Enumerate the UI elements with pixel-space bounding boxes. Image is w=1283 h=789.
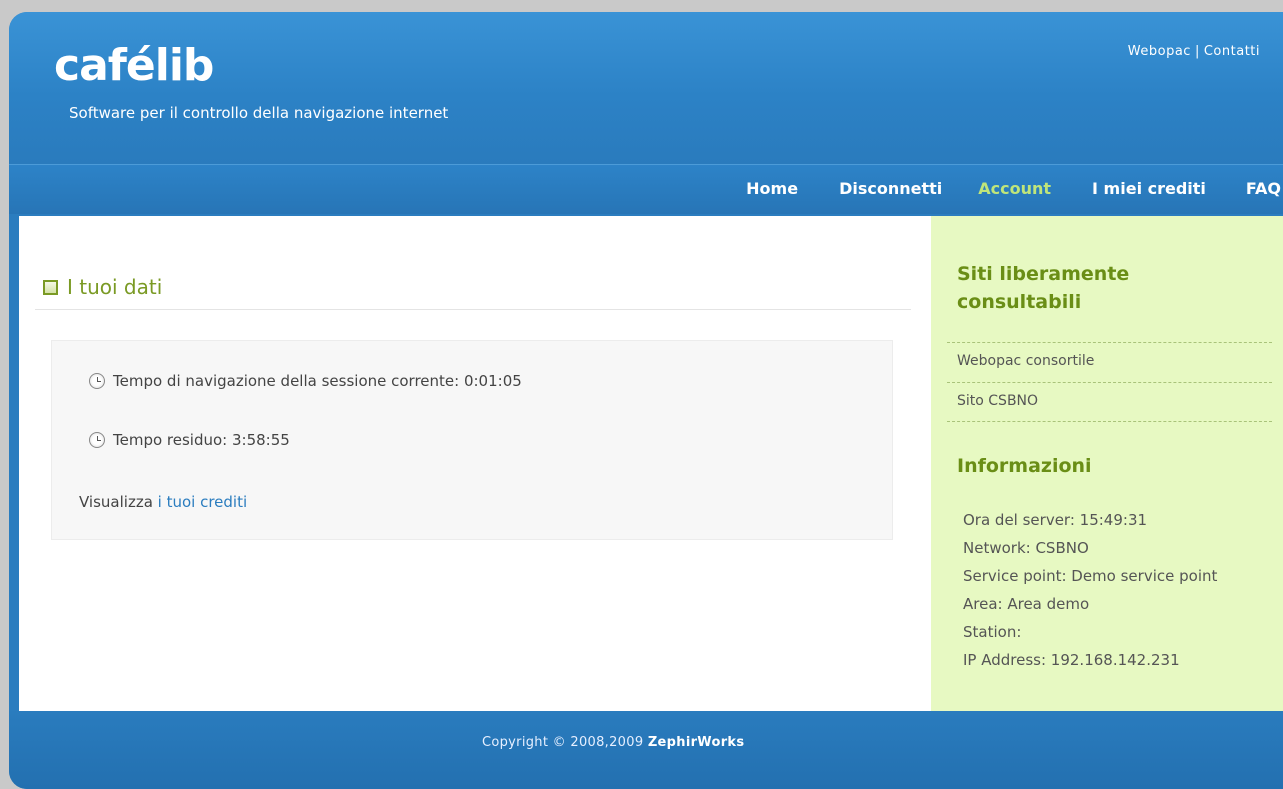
nav-i-miei-crediti[interactable]: I miei crediti [1092, 179, 1206, 198]
info-server-time: Ora del server: 15:49:31 [963, 511, 1148, 529]
free-site-sito-csbno[interactable]: Sito CSBNO [947, 382, 1272, 422]
info-network: Network: CSBNO [963, 539, 1089, 557]
section-title-text: I tuoi dati [67, 275, 163, 299]
sidebar: Siti liberamente consultabili Webopac co… [931, 216, 1283, 711]
info-ip-address: IP Address: 192.168.142.231 [963, 651, 1180, 669]
webopac-link[interactable]: Webopac [1128, 44, 1191, 59]
session-time-text: Tempo di navigazione della sessione corr… [113, 372, 522, 390]
info-service-point: Service point: Demo service point [963, 567, 1218, 585]
info-area: Area: Area demo [963, 595, 1090, 613]
info-list: Ora del server: 15:49:31 Network: CSBNO … [963, 506, 1263, 674]
copyright: Copyright © 2008,2009 ZephirWorks [482, 735, 744, 750]
contatti-link[interactable]: Contatti [1204, 44, 1260, 59]
free-sites-heading: Siti liberamente consultabili [957, 263, 1130, 313]
remaining-time-text: Tempo residuo: 3:58:55 [113, 431, 290, 449]
section-square-icon [43, 279, 58, 295]
site-header: cafélib Software per il controllo della … [9, 12, 1283, 164]
company-name: ZephirWorks [647, 735, 745, 750]
nav-home[interactable]: Home [746, 179, 798, 198]
nav-disconnetti[interactable]: Disconnetti [839, 179, 942, 198]
nav-faq[interactable]: FAQ [1246, 179, 1281, 198]
clock-icon [89, 373, 105, 389]
top-links-separator: | [1194, 44, 1200, 59]
free-site-webopac-consortile[interactable]: Webopac consortile [947, 342, 1272, 382]
user-data-box: Tempo di navigazione della sessione corr… [51, 340, 893, 540]
nav-account[interactable]: Account [978, 179, 1051, 198]
session-time-row: Tempo di navigazione della sessione corr… [89, 372, 522, 390]
view-credits-line: Visualizza i tuoi crediti [79, 493, 247, 511]
info-heading: Informazioni [957, 455, 1092, 477]
copyright-text: Copyright © 2008,2009 [482, 735, 648, 750]
info-station: Station: [963, 623, 1022, 641]
section-divider [35, 309, 911, 310]
site-footer: Copyright © 2008,2009 ZephirWorks [9, 711, 1283, 789]
main-nav: Home Disconnetti Account I miei crediti … [9, 164, 1283, 214]
view-credits-prefix: Visualizza [79, 493, 158, 511]
page-frame: cafélib Software per il controllo della … [9, 12, 1283, 789]
remaining-time-row: Tempo residuo: 3:58:55 [89, 431, 290, 449]
main-content: I tuoi dati Tempo di navigazione della s… [19, 216, 931, 711]
top-links: Webopac | Contatti [1128, 44, 1260, 59]
site-logo[interactable]: cafélib [54, 40, 214, 91]
section-title: I tuoi dati [43, 275, 162, 299]
site-tagline: Software per il controllo della navigazi… [69, 104, 449, 122]
clock-icon [89, 432, 105, 448]
view-credits-link[interactable]: i tuoi crediti [158, 493, 248, 511]
